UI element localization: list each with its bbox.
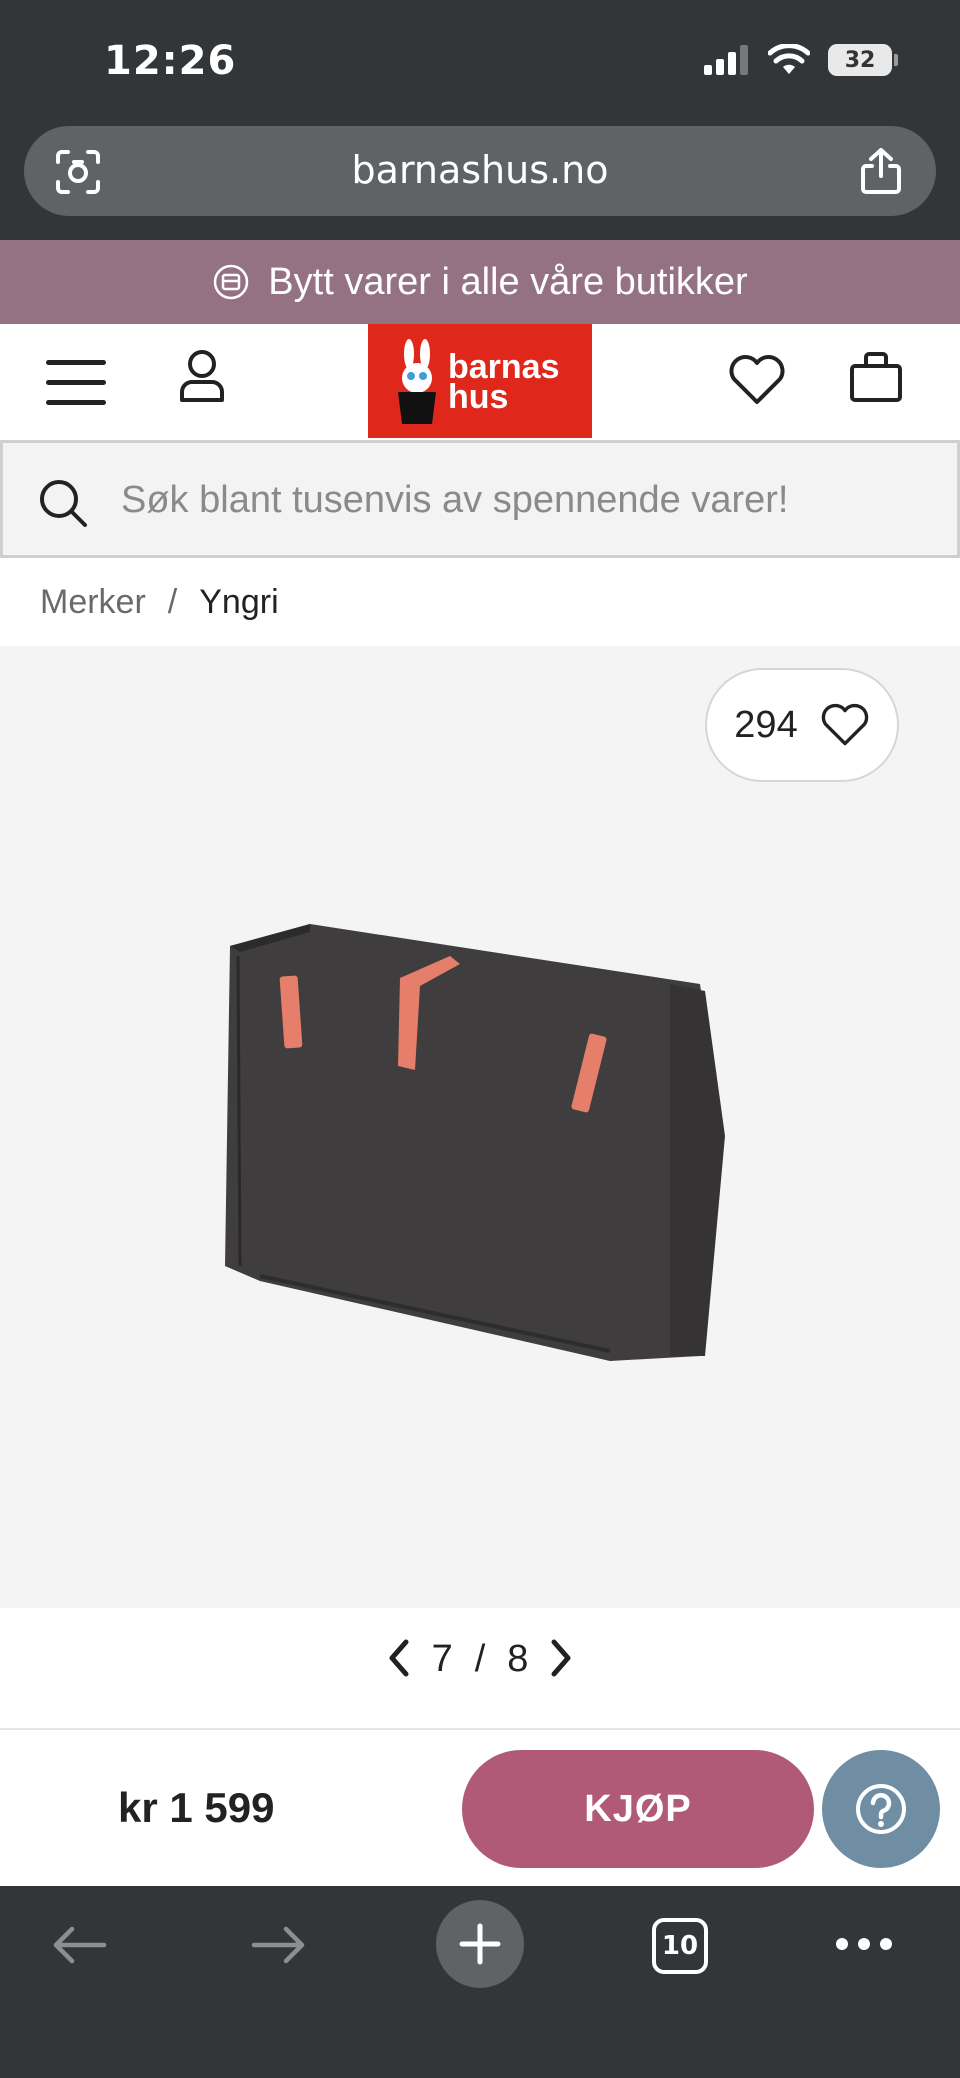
search-input[interactable] [121, 473, 921, 527]
url-text[interactable]: barnashus.no [24, 148, 936, 192]
battery-tip [894, 54, 898, 66]
share-icon[interactable] [858, 146, 904, 196]
heart-icon [821, 703, 868, 746]
wifi-icon [768, 44, 810, 74]
more-icon[interactable] [834, 1936, 894, 1952]
promo-text: Bytt varer i alle våre butikker [268, 260, 748, 303]
chevron-right-icon[interactable] [546, 1638, 576, 1678]
battery-level: 32 [828, 44, 892, 76]
search-bar[interactable] [0, 440, 960, 558]
browser-address-area: barnashus.no [0, 120, 960, 240]
favorite-button[interactable]: 294 [705, 668, 899, 782]
breadcrumb-separator: / [167, 582, 178, 621]
cellular-signal-icon [704, 45, 748, 75]
product-price: kr 1 599 [118, 1784, 275, 1831]
status-bar: 12:26 32 [0, 0, 960, 120]
search-icon [40, 480, 87, 527]
bag-icon[interactable] [848, 348, 904, 404]
new-tab-button[interactable] [436, 1900, 524, 1988]
pager-separator: / [474, 1638, 486, 1680]
help-icon [856, 1784, 906, 1834]
breadcrumb-link-merker[interactable]: Merker [40, 583, 146, 622]
site-logo[interactable]: barnas hus [368, 324, 592, 438]
product-gallery[interactable]: 294 [0, 646, 960, 1608]
logo-text: barnas hus [448, 350, 560, 416]
product-image [225, 924, 725, 1361]
address-bar[interactable]: barnashus.no [24, 126, 936, 216]
back-icon[interactable] [50, 1924, 108, 1966]
status-time: 12:26 [104, 38, 237, 84]
chevron-left-icon[interactable] [384, 1638, 414, 1678]
exchange-icon [214, 264, 249, 300]
battery-indicator: 32 [828, 44, 898, 76]
pager-total: 8 [507, 1638, 529, 1680]
logo-line-2: hus [448, 378, 509, 416]
tabs-button[interactable]: 10 [652, 1918, 708, 1974]
help-button[interactable] [822, 1750, 940, 1868]
plus-icon [459, 1923, 501, 1965]
promo-banner[interactable]: Bytt varer i alle våre butikker [0, 240, 960, 324]
heart-icon[interactable] [728, 354, 786, 406]
site-header: barnas hus [0, 324, 960, 440]
buy-bar: kr 1 599 KJØP [0, 1728, 960, 1886]
user-icon[interactable] [178, 348, 226, 404]
buy-button[interactable]: KJØP [462, 1750, 814, 1868]
breadcrumb: Merker / Yngri [0, 558, 960, 646]
breadcrumb-current: Yngri [199, 582, 279, 621]
status-icons: 32 [704, 44, 898, 76]
pager-current: 7 [431, 1638, 453, 1680]
menu-icon[interactable] [44, 358, 108, 408]
forward-icon[interactable] [250, 1924, 308, 1966]
favorite-count: 294 [734, 703, 798, 746]
image-pager: 7 / 8 [0, 1608, 960, 1728]
rabbit-logo-icon [398, 339, 436, 424]
browser-toolbar: 10 [0, 1886, 960, 2078]
